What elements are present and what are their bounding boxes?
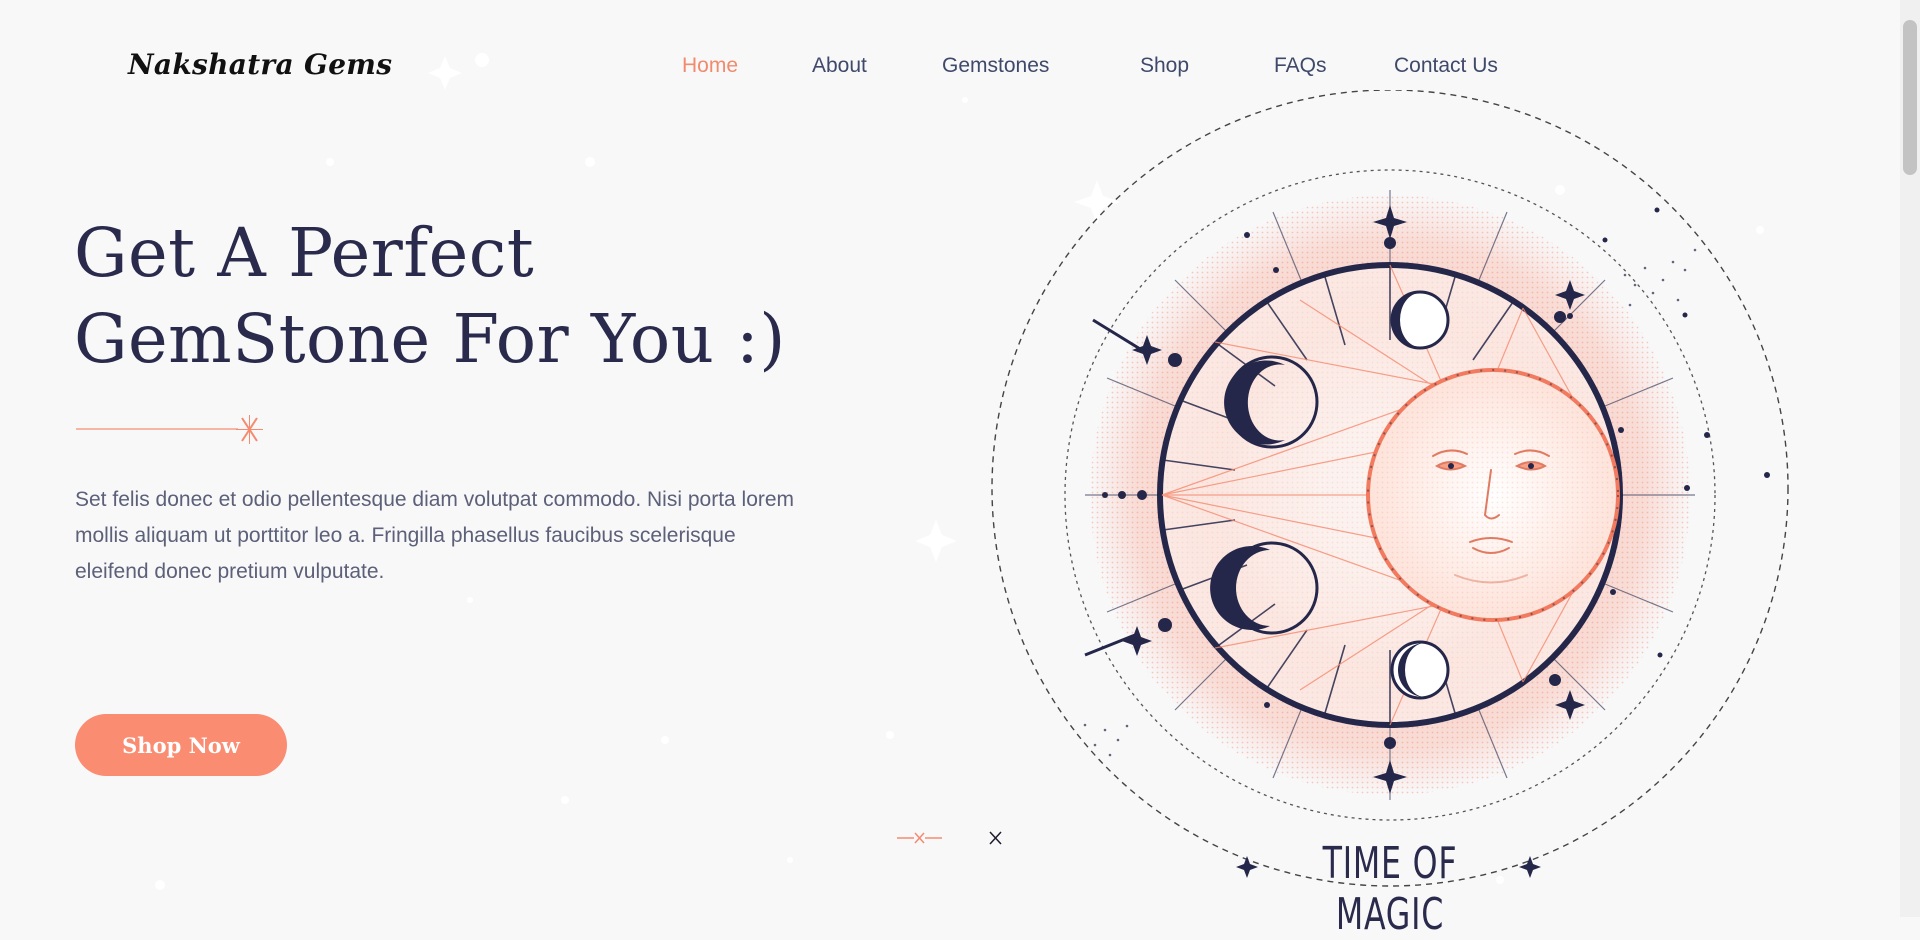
shop-now-button[interactable]: Shop Now — [75, 714, 287, 776]
hero-description: Set felis donec et odio pellentesque dia… — [75, 488, 795, 583]
hero-title: Get A Perfect GemStone For You :) — [74, 210, 834, 382]
nav-item-contact-us[interactable]: Contact Us — [1394, 54, 1498, 78]
nav-item-shop[interactable]: Shop — [1140, 54, 1189, 78]
hero-title-line1: Get A Perfect — [74, 214, 535, 292]
nav-item-faqs[interactable]: FAQs — [1274, 54, 1327, 78]
nav-item-about[interactable]: About — [812, 54, 867, 78]
slider-dot-active-icon[interactable] — [897, 832, 942, 844]
scrollbar-thumb[interactable] — [1903, 20, 1917, 175]
celestial-sun-emblem — [991, 90, 1789, 887]
main-nav: Home About Gemstones Shop FAQs Contact U… — [0, 54, 1920, 82]
sparkle-cross-icon — [76, 415, 263, 444]
emblem-caption: TIME OF MAGIC — [1322, 838, 1458, 940]
hero-title-line2: GemStone For You :) — [74, 300, 786, 378]
nav-item-gemstones[interactable]: Gemstones — [942, 54, 1049, 78]
nav-item-home[interactable]: Home — [682, 54, 738, 78]
page-scrollbar[interactable] — [1900, 0, 1920, 917]
